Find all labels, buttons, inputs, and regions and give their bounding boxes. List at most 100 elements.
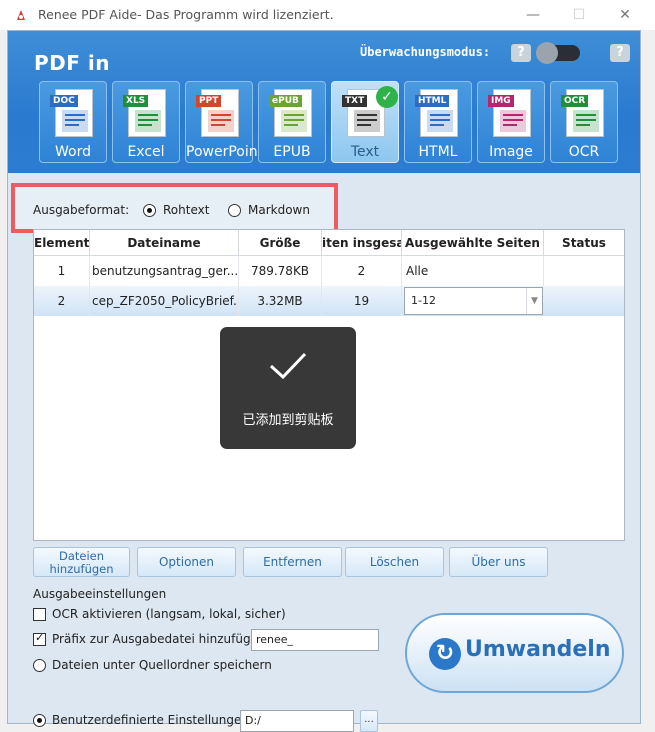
radio-rohtext[interactable]	[143, 204, 156, 217]
help-icon[interactable]: ?	[610, 44, 630, 62]
format-html-button[interactable]: HTML HTML	[404, 81, 472, 163]
format-label: EPUB	[273, 144, 311, 160]
cell-filename: benutzungsantrag_ger...	[90, 256, 239, 286]
toast-message: 已添加到剪贴板	[242, 413, 334, 428]
header-panel: PDF in Überwachungsmodus: ? ? DOC Word XLS…	[8, 31, 640, 173]
browse-button[interactable]: ...	[360, 710, 378, 732]
cell-size: 3.32MB	[239, 286, 322, 316]
doc-art	[427, 110, 453, 132]
clipboard-toast: 已添加到剪贴板	[220, 327, 356, 449]
col-filename[interactable]: Dateiname	[90, 230, 239, 256]
word-doc-icon: DOC	[50, 89, 93, 137]
source-folder-label[interactable]: Dateien unter Quellordner speichern	[52, 658, 272, 672]
doc-art	[62, 110, 88, 132]
window-title: Renee PDF Aide- Das Programm wird lizenz…	[38, 7, 334, 22]
add-files-label-line2: hinzufügen	[49, 562, 114, 576]
format-tag: OCR	[561, 95, 589, 107]
format-label: PowerPoint	[186, 144, 264, 160]
ocr-checkbox[interactable]	[33, 608, 46, 621]
content-panel: Ausgabeformat: Rohtext Markdown Element …	[8, 181, 640, 732]
format-epub-button[interactable]: ePUB EPUB	[258, 81, 326, 163]
format-tag: PPT	[196, 95, 222, 107]
ocr-label[interactable]: OCR aktivieren (langsam, lokal, sicher)	[52, 607, 286, 621]
table-row[interactable]: 2 cep_ZF2050_PolicyBrief... 3.32MB 19 1-…	[34, 286, 624, 316]
monitor-mode-label: Überwachungsmodus:	[360, 45, 491, 59]
minimize-button[interactable]: —	[521, 4, 545, 26]
chevron-down-icon[interactable]: ▼	[526, 288, 542, 314]
format-label: Image	[489, 144, 533, 160]
convert-button[interactable]: ↻ Umwandeln	[405, 613, 624, 693]
source-folder-radio[interactable]	[33, 659, 46, 672]
radio-markdown[interactable]	[228, 204, 241, 217]
convert-label: Umwandeln	[465, 637, 611, 662]
close-button[interactable]: ✕	[613, 4, 637, 26]
col-element[interactable]: Element	[34, 230, 90, 256]
doc-art	[500, 110, 526, 132]
doc-art	[208, 110, 234, 132]
clear-button[interactable]: Löschen	[345, 547, 444, 577]
cell-element: 2	[34, 286, 90, 316]
format-tag: IMG	[488, 95, 514, 107]
cell-filename: cep_ZF2050_PolicyBrief...	[90, 286, 239, 316]
app-logo-icon	[17, 10, 25, 20]
format-excel-button[interactable]: XLS Excel	[112, 81, 180, 163]
format-label: Text	[350, 144, 380, 160]
cell-selected-pages[interactable]: Alle	[402, 256, 544, 286]
cell-status	[544, 286, 624, 316]
prefix-checkbox[interactable]	[33, 631, 46, 646]
format-tag: DOC	[50, 95, 78, 107]
col-status[interactable]: Status	[544, 230, 624, 256]
cell-status	[544, 256, 624, 286]
prefix-input[interactable]: renee_	[251, 629, 379, 651]
col-total-pages[interactable]: iten insgesai	[322, 230, 402, 256]
refresh-icon: ↻	[429, 638, 461, 670]
doc-art	[573, 110, 599, 132]
prefix-label[interactable]: Präfix zur Ausgabedatei hinzufügen	[52, 632, 266, 646]
format-label: Word	[55, 144, 91, 160]
epub-doc-icon: ePUB	[269, 89, 312, 137]
format-label: Excel	[127, 144, 165, 160]
ocr-doc-icon: OCR	[561, 89, 604, 137]
col-selected-pages[interactable]: Ausgewählte Seiten	[402, 230, 544, 256]
about-button[interactable]: Über uns	[449, 547, 548, 577]
format-tag: TXT	[342, 95, 368, 107]
cell-pages: 2	[322, 256, 402, 286]
markdown-label[interactable]: Markdown	[248, 203, 310, 217]
doc-art	[354, 110, 380, 132]
excel-doc-icon: XLS	[123, 89, 166, 137]
powerpoint-doc-icon: PPT	[196, 89, 239, 137]
format-tag: ePUB	[269, 95, 302, 107]
image-doc-icon: IMG	[488, 89, 531, 137]
remove-button[interactable]: Entfernen	[243, 547, 342, 577]
selected-pages-select[interactable]: 1-12 ▼	[404, 287, 543, 315]
toggle-knob	[536, 42, 558, 64]
output-format-label: Ausgabeformat:	[33, 203, 130, 217]
format-image-button[interactable]: IMG Image	[477, 81, 545, 163]
cell-pages: 19	[322, 286, 402, 316]
output-settings-title: Ausgabeeinstellungen	[33, 587, 167, 601]
format-word-button[interactable]: DOC Word	[39, 81, 107, 163]
custom-settings-label[interactable]: Benutzerdefinierte Einstellungen	[52, 713, 249, 727]
options-button[interactable]: Optionen	[137, 547, 236, 577]
maximize-button[interactable]: ☐	[567, 4, 591, 26]
output-format-box: Ausgabeformat: Rohtext Markdown	[11, 183, 338, 233]
cell-element: 1	[34, 256, 90, 286]
monitor-help-icon[interactable]: ?	[511, 44, 531, 62]
checkmark-icon	[269, 352, 307, 380]
doc-art	[281, 110, 307, 132]
monitor-mode-toggle[interactable]	[536, 42, 580, 64]
rohtext-label[interactable]: Rohtext	[163, 203, 209, 217]
main-window: PDF in Überwachungsmodus: ? ? DOC Word XLS…	[7, 30, 641, 732]
cell-size: 789.78KB	[239, 256, 322, 286]
format-text-button[interactable]: TXT ✓ Text	[331, 81, 399, 163]
format-ocr-button[interactable]: OCR OCR	[550, 81, 618, 163]
add-files-button[interactable]: Dateien hinzufügen	[33, 547, 130, 577]
format-powerpoint-button[interactable]: PPT PowerPoint	[185, 81, 264, 163]
col-size[interactable]: Größe	[239, 230, 322, 256]
output-path-input[interactable]: D:/	[240, 710, 354, 732]
format-label: HTML	[418, 144, 458, 160]
table-row[interactable]: 1 benutzungsantrag_ger... 789.78KB 2 All…	[34, 256, 624, 286]
title-bar: Renee PDF Aide- Das Programm wird lizenz…	[0, 0, 655, 30]
custom-settings-radio[interactable]	[33, 714, 46, 727]
pdf-in-title: PDF in	[34, 51, 110, 75]
